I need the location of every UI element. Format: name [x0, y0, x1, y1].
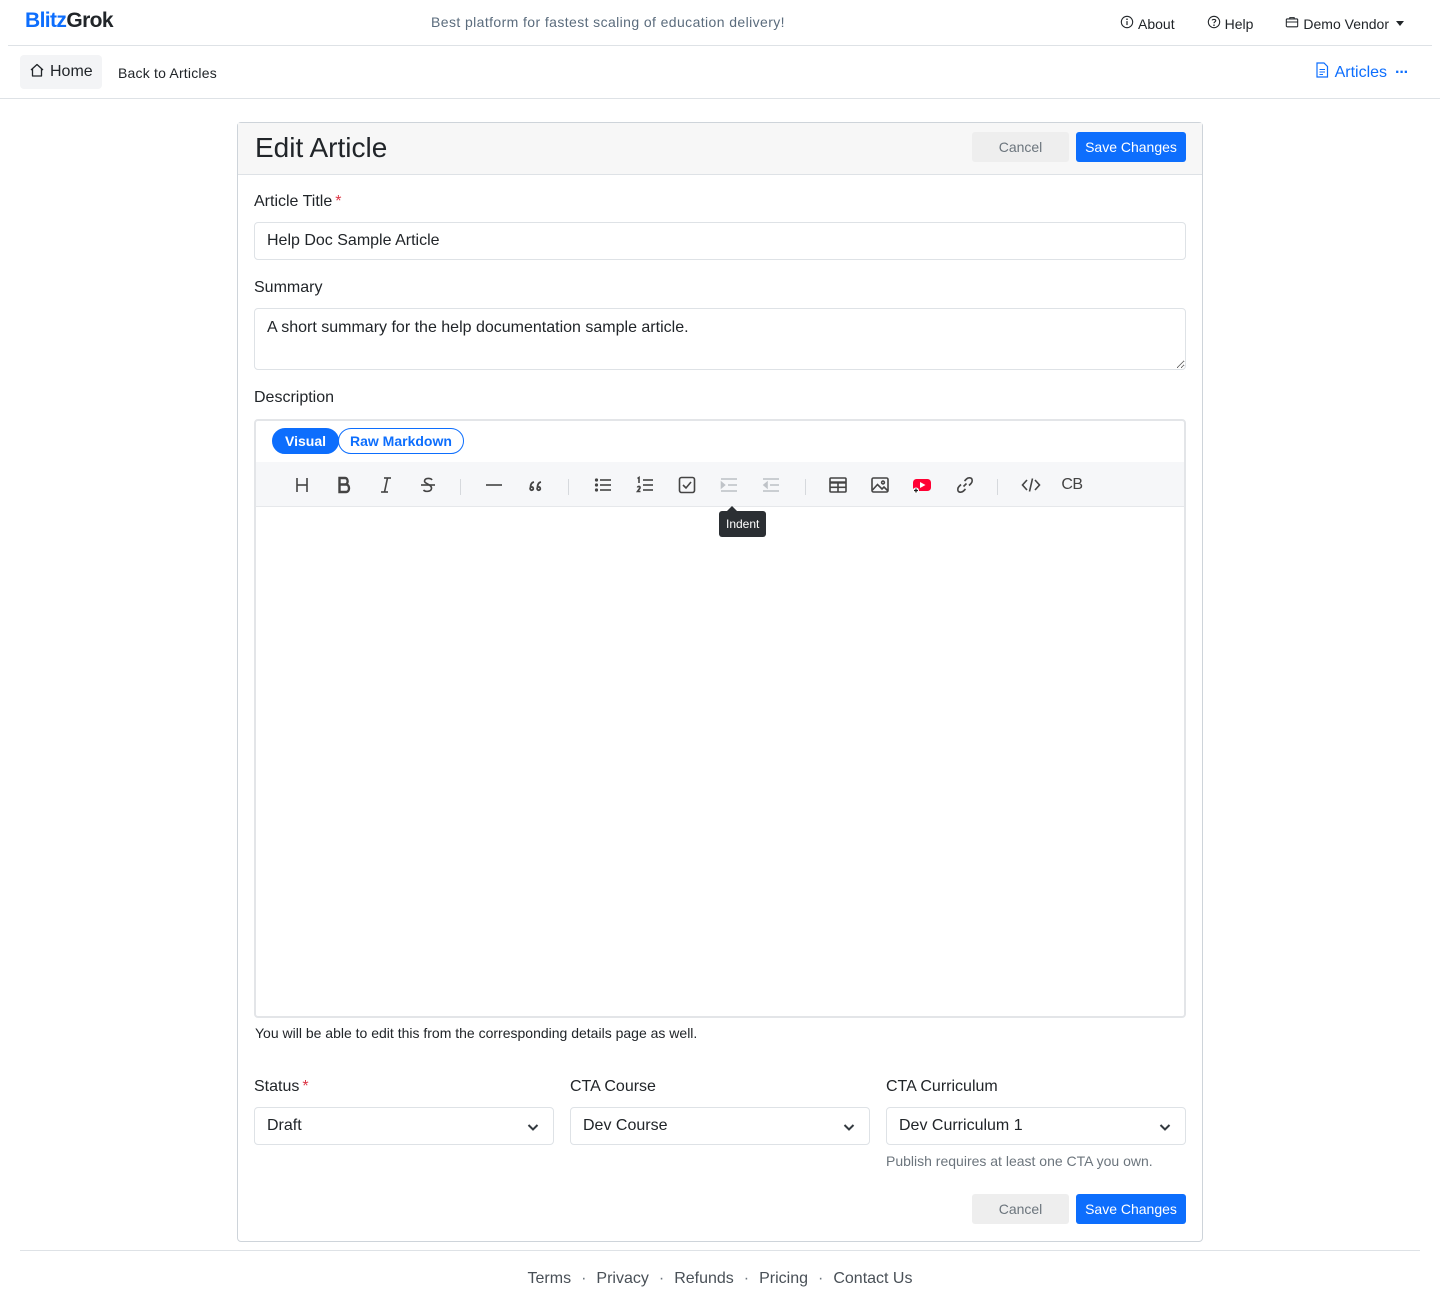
summary-textarea[interactable]: A short summary for the help documentati… [254, 308, 1186, 370]
description-label: Description [254, 389, 335, 406]
footer-link-privacy[interactable]: Privacy [596, 1270, 648, 1287]
articles-label: Articles [1334, 63, 1388, 81]
status-label-text: Status [254, 1078, 300, 1095]
editor-content-area[interactable] [256, 508, 1184, 1016]
summary-label: Summary [254, 279, 323, 296]
chevron-down-icon [527, 1120, 539, 1132]
article-title-input[interactable] [254, 222, 1186, 260]
footer-dot: · [658, 1270, 665, 1287]
image-icon[interactable] [868, 473, 892, 497]
footer-link-contact[interactable]: Contact Us [833, 1270, 912, 1287]
home-button[interactable]: Home [20, 55, 102, 89]
bullet-list-icon[interactable] [591, 473, 615, 497]
cta-curriculum-select[interactable]: Dev Curriculum 1 [886, 1107, 1186, 1145]
link-icon[interactable] [953, 473, 977, 497]
articles-menu[interactable]: Articles ··· [1315, 62, 1409, 83]
task-list-icon[interactable] [675, 473, 699, 497]
footer-dot: · [818, 1270, 824, 1287]
help-link[interactable]: Help [1207, 15, 1254, 32]
tab-raw-markdown[interactable]: Raw Markdown [338, 428, 464, 454]
document-icon [1315, 62, 1329, 83]
vendor-label: Demo Vendor [1303, 15, 1389, 32]
youtube-icon[interactable] [910, 473, 934, 497]
question-icon [1207, 15, 1221, 32]
cta-curriculum-label: CTA Curriculum [886, 1078, 998, 1095]
edit-article-card: Edit Article Cancel Save Changes Article… [237, 122, 1203, 1242]
page-title: Edit Article [255, 132, 388, 163]
status-selected-value: Draft [267, 1117, 302, 1134]
home-label: Home [50, 63, 93, 80]
indent-icon[interactable] [717, 473, 741, 497]
house-icon [29, 62, 45, 83]
cta-course-selected-value: Dev Course [583, 1117, 668, 1134]
toolbar-separator [997, 479, 998, 495]
footer-divider [20, 1250, 1420, 1251]
cta-course-select[interactable]: Dev Course [570, 1107, 870, 1145]
heading-icon[interactable] [290, 473, 314, 497]
chevron-down-icon [1159, 1120, 1171, 1132]
editor-toolbar: CB [256, 462, 1184, 507]
about-label: About [1138, 15, 1175, 32]
chevron-down-icon [843, 1120, 855, 1132]
cta-curriculum-selected-value: Dev Curriculum 1 [899, 1117, 1023, 1134]
top-nav: About Help Demo Vendor [1120, 15, 1404, 32]
footer-dot: · [581, 1270, 587, 1287]
status-label: Status * [254, 1078, 309, 1096]
table-icon[interactable] [826, 473, 850, 497]
footer: Terms · Privacy · Refunds · Pricing · Contact Us [0, 1270, 1440, 1288]
about-link[interactable]: About [1120, 15, 1175, 32]
toolbar-separator [568, 479, 569, 495]
footer-save-button[interactable]: Save Changes [1076, 1194, 1186, 1224]
description-help-text: You will be able to edit this from the c… [255, 1025, 698, 1041]
back-to-articles-link[interactable]: Back to Articles [118, 65, 217, 81]
header-save-button[interactable]: Save Changes [1076, 132, 1186, 162]
code-icon[interactable] [1019, 473, 1043, 497]
card-header: Edit Article Cancel Save Changes [238, 123, 1202, 175]
header-cancel-button[interactable]: Cancel [972, 132, 1069, 162]
publish-note: Publish requires at least one CTA you ow… [886, 1153, 1153, 1169]
more-dots-icon: ··· [1395, 63, 1409, 81]
ordered-list-icon[interactable] [633, 473, 657, 497]
toolbar-separator [805, 479, 806, 495]
footer-cancel-button[interactable]: Cancel [972, 1194, 1069, 1224]
tagline: Best platform for fastest scaling of edu… [431, 14, 785, 30]
caret-down-icon [1396, 21, 1404, 26]
vendor-dropdown[interactable]: Demo Vendor [1285, 15, 1404, 32]
code-block-icon[interactable]: CB [1060, 473, 1084, 497]
info-icon [1120, 15, 1134, 32]
markdown-editor: Visual Raw Markdown CB Indent [254, 419, 1186, 1018]
horizontal-rule-icon[interactable] [482, 473, 506, 497]
outdent-icon[interactable] [759, 473, 783, 497]
italic-icon[interactable] [374, 473, 398, 497]
cta-course-label: CTA Course [570, 1078, 656, 1095]
quote-icon[interactable] [524, 473, 548, 497]
tab-visual[interactable]: Visual [272, 428, 339, 454]
sub-nav: Home Back to Articles Articles ··· [0, 46, 1440, 99]
footer-dot: · [743, 1270, 750, 1287]
bold-icon[interactable] [332, 473, 356, 497]
footer-link-pricing[interactable]: Pricing [759, 1270, 808, 1287]
footer-link-refunds[interactable]: Refunds [674, 1270, 734, 1287]
help-label: Help [1224, 15, 1254, 32]
article-title-label: Article Title * [254, 193, 341, 211]
toolbar-separator [460, 479, 461, 495]
article-title-label-text: Article Title [254, 193, 333, 210]
footer-link-terms[interactable]: Terms [528, 1270, 572, 1287]
status-select[interactable]: Draft [254, 1107, 554, 1145]
required-asterisk: * [302, 1078, 309, 1095]
required-asterisk: * [335, 193, 342, 210]
briefcase-icon [1285, 15, 1299, 32]
strikethrough-icon[interactable] [416, 473, 440, 497]
top-bar: BlitzGrok Best platform for fastest scal… [8, 0, 1432, 46]
